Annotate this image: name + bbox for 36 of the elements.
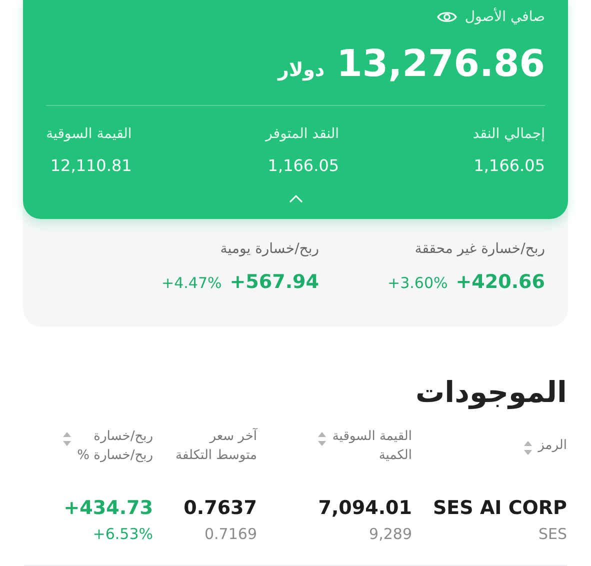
holdings-title: الموجودات [414,375,567,412]
net-assets-value: 13,276.86 [336,42,545,85]
pnl-value: +420.66 [456,271,545,293]
stock-name: SES AI CORP [432,496,567,519]
pnl-percent: +3.60% [388,274,448,292]
column-header: ربح/خسارة [92,429,153,446]
pnl-label: ربح/خسارة غير محققة [414,241,545,257]
pnl-value: +567.94 [230,271,319,293]
summary-label: القيمة السوقية [46,126,132,142]
currency-label: دولار [278,59,325,81]
net-assets-label: صافي الأصول [464,9,545,25]
column-header: الرمز [538,438,567,456]
pnl-percent: +4.47% [162,274,222,292]
average-cost: 0.7169 [204,524,257,543]
sort-icon[interactable] [63,432,72,446]
column-header: القيمة السوقية [332,429,412,446]
chevron-up-icon[interactable] [288,195,302,203]
summary-value: 1,166.05 [266,156,340,175]
pnl-percentage: +6.53% [92,524,153,543]
stock-symbol: SES [537,524,567,543]
summary-value: 1,166.05 [472,156,545,175]
summary-value: 12,110.81 [49,156,132,175]
last-price: 0.7637 [182,496,257,519]
column-header: آخر سعر [208,429,257,446]
column-subheader: ربح/خسارة % [77,448,153,465]
column-subheader: الكمية [378,448,412,465]
sort-icon[interactable] [524,441,532,456]
column-subheader: متوسط التكلفة [176,448,257,465]
sort-icon[interactable] [318,432,326,446]
market-value: 7,094.01 [317,496,412,519]
quantity: 9,289 [368,524,412,543]
eye-icon[interactable] [436,10,457,24]
pnl-label: ربح/خسارة يومية [219,241,319,257]
pnl-amount: +434.73 [62,496,153,519]
summary-label: إجمالي النقد [472,126,545,142]
summary-label: النقد المتوفر [266,126,340,142]
